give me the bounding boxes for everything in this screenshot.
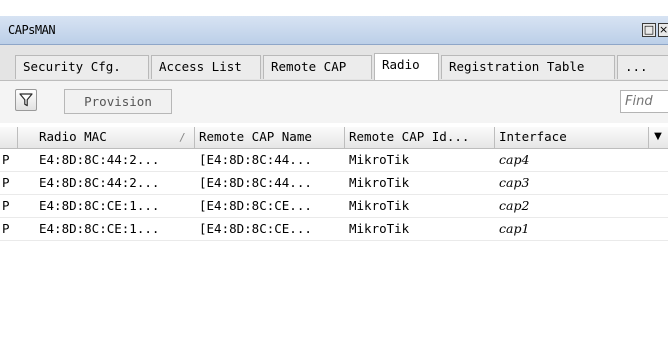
cell-remote-cap-name: [E4:8D:8C:44... <box>199 152 312 167</box>
row-flag: P <box>2 152 10 167</box>
column-menu-icon[interactable]: ▼ <box>652 130 664 144</box>
cell-interface: cap1 <box>499 221 530 236</box>
table-row[interactable]: P E4:8D:8C:CE:1... [E4:8D:8C:CE... Mikro… <box>0 218 668 241</box>
tab-registration-table[interactable]: Registration Table <box>441 55 615 79</box>
radio-table: Radio MAC / Remote CAP Name Remote CAP I… <box>0 124 668 357</box>
sort-indicator-icon: / <box>179 131 186 144</box>
row-flag: P <box>2 198 10 213</box>
column-header-flags[interactable] <box>0 127 18 148</box>
find-input[interactable] <box>620 90 668 113</box>
window-top-strip <box>0 0 668 16</box>
table-row[interactable]: P E4:8D:8C:44:2... [E4:8D:8C:44... Mikro… <box>0 149 668 172</box>
cell-remote-cap-id: MikroTik <box>349 198 410 213</box>
cell-radio-mac: E4:8D:8C:44:2... <box>39 175 160 190</box>
cell-remote-cap-name: [E4:8D:8C:44... <box>199 175 312 190</box>
column-header-radio-mac[interactable]: Radio MAC <box>18 127 195 148</box>
column-header-remote-cap-id[interactable]: Remote CAP Id... <box>345 127 495 148</box>
window-titlebar[interactable]: CAPsMAN □ × <box>0 16 668 45</box>
table-header: Radio MAC / Remote CAP Name Remote CAP I… <box>0 127 668 149</box>
table-row[interactable]: P E4:8D:8C:CE:1... [E4:8D:8C:CE... Mikro… <box>0 195 668 218</box>
filter-button[interactable] <box>15 89 37 111</box>
cell-interface: cap3 <box>499 175 530 190</box>
tab-radio[interactable]: Radio <box>374 53 439 80</box>
row-flag: P <box>2 175 10 190</box>
table-row[interactable]: P E4:8D:8C:44:2... [E4:8D:8C:44... Mikro… <box>0 172 668 195</box>
cell-remote-cap-id: MikroTik <box>349 175 410 190</box>
cell-interface: cap2 <box>499 198 530 213</box>
cell-remote-cap-id: MikroTik <box>349 221 410 236</box>
cell-radio-mac: E4:8D:8C:44:2... <box>39 152 160 167</box>
capsman-window: CAPsMAN □ × Security Cfg. Access List Re… <box>0 0 668 357</box>
column-header-interface[interactable]: Interface <box>495 127 649 148</box>
tab-bar: Security Cfg. Access List Remote CAP Rad… <box>0 45 668 81</box>
tab-more[interactable]: ... <box>617 55 668 79</box>
provision-button[interactable]: Provision <box>64 89 172 114</box>
cell-remote-cap-name: [E4:8D:8C:CE... <box>199 221 312 236</box>
window-title: CAPsMAN <box>8 23 56 37</box>
row-flag: P <box>2 221 10 236</box>
tab-remote-cap[interactable]: Remote CAP <box>263 55 372 79</box>
restore-button[interactable]: □ <box>642 23 656 37</box>
close-button[interactable]: × <box>658 23 668 37</box>
tab-access-list[interactable]: Access List <box>151 55 261 79</box>
tab-security-cfg[interactable]: Security Cfg. <box>15 55 149 79</box>
cell-radio-mac: E4:8D:8C:CE:1... <box>39 198 160 213</box>
cell-remote-cap-name: [E4:8D:8C:CE... <box>199 198 312 213</box>
column-header-remote-cap-name[interactable]: Remote CAP Name <box>195 127 345 148</box>
cell-remote-cap-id: MikroTik <box>349 152 410 167</box>
cell-interface: cap4 <box>499 152 530 167</box>
cell-radio-mac: E4:8D:8C:CE:1... <box>39 221 160 236</box>
